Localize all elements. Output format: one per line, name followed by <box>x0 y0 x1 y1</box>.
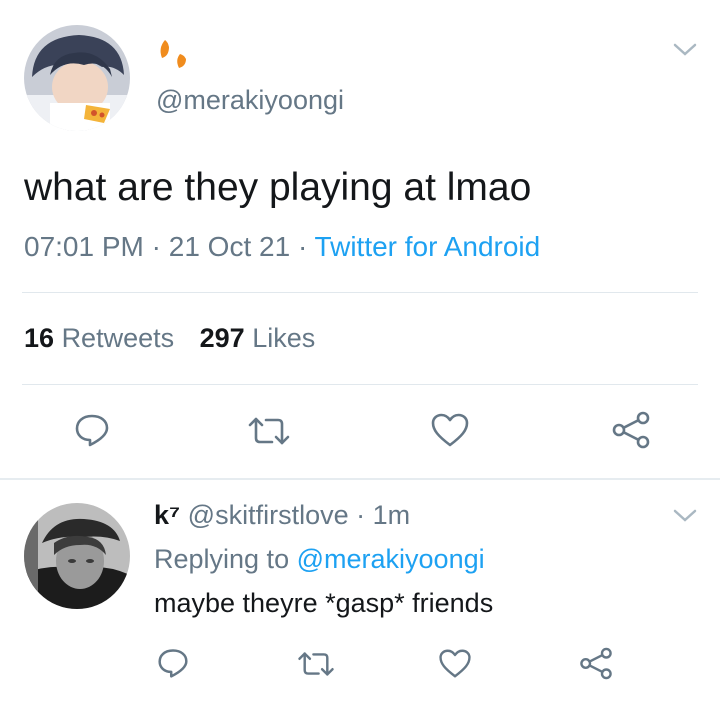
likes-count: 297 <box>199 323 245 353</box>
likes-label: Likes <box>252 323 316 353</box>
tweet-handle[interactable]: @merakiyoongi <box>156 85 344 116</box>
retweet-icon[interactable] <box>296 649 336 679</box>
tweet-text: what are they playing at lmao <box>24 166 532 209</box>
chevron-down-icon[interactable] <box>672 42 698 58</box>
meta-separator: · <box>356 500 366 530</box>
avatar[interactable] <box>24 25 130 131</box>
likes-stat[interactable]: 297 Likes <box>200 323 316 353</box>
like-heart-icon[interactable] <box>430 412 470 448</box>
divider <box>22 292 698 293</box>
replying-to-prefix: Replying to <box>154 544 290 574</box>
divider <box>22 384 698 385</box>
share-icon[interactable] <box>610 410 652 450</box>
section-separator <box>0 478 720 480</box>
tweet-date: 21 Oct 21 <box>168 231 291 262</box>
like-heart-icon[interactable] <box>438 648 472 679</box>
retweets-label: Retweets <box>61 323 175 353</box>
reply-avatar[interactable] <box>24 503 130 609</box>
reply-timestamp: 1m <box>372 500 411 530</box>
leaf-emoji-icon <box>156 38 192 70</box>
tweet-stats: 16 Retweets 297 Likes <box>24 323 315 354</box>
share-icon[interactable] <box>578 646 614 681</box>
reply-author-handle[interactable]: @skitfirstlove <box>188 500 349 530</box>
tweet-meta: 07:01 PM · 21 Oct 21 · Twitter for Andro… <box>24 231 540 263</box>
tweet-source-link[interactable]: Twitter for Android <box>315 231 541 262</box>
chevron-down-icon[interactable] <box>672 508 698 524</box>
reply-text: maybe theyre *gasp* friends <box>154 588 494 618</box>
reply-icon[interactable] <box>73 412 111 448</box>
meta-separator: · <box>297 231 308 262</box>
reply-header: k⁷ @skitfirstlove · 1m <box>154 500 410 531</box>
retweets-count: 16 <box>24 323 55 353</box>
reply-icon[interactable] <box>156 647 190 679</box>
reply-author-name[interactable]: k⁷ <box>154 500 180 530</box>
meta-separator: · <box>151 231 161 262</box>
retweet-icon[interactable] <box>246 414 292 448</box>
replying-to: Replying to @merakiyoongi <box>154 544 485 575</box>
replying-to-handle-link[interactable]: @merakiyoongi <box>297 544 485 574</box>
tweet-time: 07:01 PM <box>24 231 144 262</box>
retweets-stat[interactable]: 16 Retweets <box>24 323 182 353</box>
